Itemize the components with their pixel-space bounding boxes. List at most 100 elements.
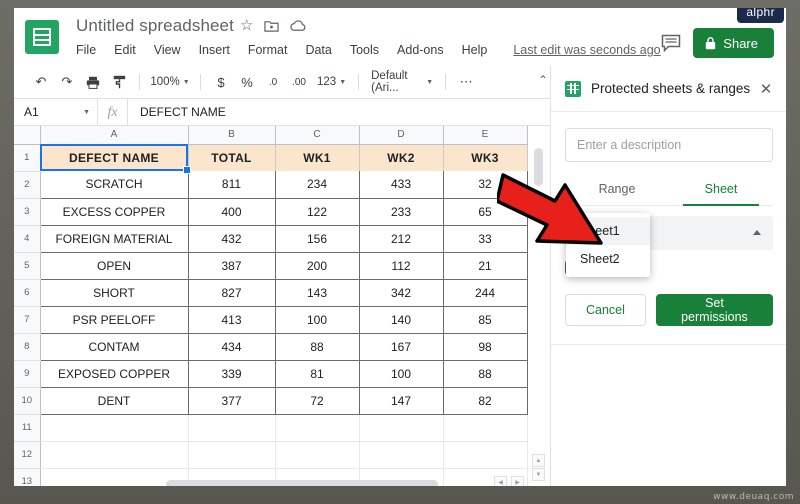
cell-a2[interactable]: SCRATCH <box>40 171 188 198</box>
cell-c6[interactable]: 143 <box>275 279 359 306</box>
scroll-left-button[interactable]: ◀ <box>494 476 507 486</box>
cell-a3[interactable]: EXCESS COPPER <box>40 198 188 225</box>
row-header-7[interactable]: 7 <box>14 306 40 333</box>
cell-b12[interactable] <box>188 441 275 468</box>
row-header-2[interactable]: 2 <box>14 171 40 198</box>
cell-a12[interactable] <box>40 441 188 468</box>
cell-e10[interactable]: 82 <box>443 387 527 414</box>
header-cell-e1[interactable]: WK3 <box>443 144 527 171</box>
number-format-selector[interactable]: 123 ▼ <box>312 71 351 93</box>
redo-button[interactable]: ↷ <box>54 70 80 94</box>
cancel-button[interactable]: Cancel <box>565 294 646 326</box>
cell-c11[interactable] <box>275 414 359 441</box>
tab-sheet[interactable]: Sheet <box>669 174 773 205</box>
horizontal-scrollbar[interactable] <box>166 480 438 486</box>
cell-d12[interactable] <box>359 441 443 468</box>
share-button[interactable]: Share <box>693 28 774 58</box>
cell-a10[interactable]: DENT <box>40 387 188 414</box>
vertical-scrollbar[interactable] <box>533 146 544 446</box>
cell-b2[interactable]: 811 <box>188 171 275 198</box>
row-header-12[interactable]: 12 <box>14 441 40 468</box>
menu-item-addons[interactable]: Add-ons <box>395 42 446 58</box>
cloud-status-icon[interactable] <box>290 19 307 32</box>
cell-d4[interactable]: 212 <box>359 225 443 252</box>
zoom-selector[interactable]: 100% ▼ <box>147 71 193 93</box>
menu-item-help[interactable]: Help <box>460 42 490 58</box>
name-box[interactable]: A1 ▼ <box>14 99 98 125</box>
menu-item-insert[interactable]: Insert <box>197 42 232 58</box>
cell-b5[interactable]: 387 <box>188 252 275 279</box>
row-header-1[interactable]: 1 <box>14 144 40 171</box>
row-header-6[interactable]: 6 <box>14 279 40 306</box>
cell-e5[interactable]: 21 <box>443 252 527 279</box>
cell-d5[interactable]: 112 <box>359 252 443 279</box>
menu-item-view[interactable]: View <box>152 42 183 58</box>
column-header-c[interactable]: C <box>275 126 359 144</box>
row-header-8[interactable]: 8 <box>14 333 40 360</box>
cell-a11[interactable] <box>40 414 188 441</box>
last-edit-status[interactable]: Last edit was seconds ago <box>513 43 660 57</box>
set-permissions-button[interactable]: Set permissions <box>656 294 773 326</box>
cell-c12[interactable] <box>275 441 359 468</box>
move-to-folder-icon[interactable] <box>264 19 279 33</box>
cell-a9[interactable]: EXPOSED COPPER <box>40 360 188 387</box>
column-header-b[interactable]: B <box>188 126 275 144</box>
cell-b3[interactable]: 400 <box>188 198 275 225</box>
cell-b6[interactable]: 827 <box>188 279 275 306</box>
menu-item-data[interactable]: Data <box>303 42 333 58</box>
cell-a5[interactable]: OPEN <box>40 252 188 279</box>
row-header-5[interactable]: 5 <box>14 252 40 279</box>
cell-e12[interactable] <box>443 441 527 468</box>
cell-e9[interactable]: 88 <box>443 360 527 387</box>
scroll-right-button[interactable]: ▶ <box>511 476 524 486</box>
cell-c10[interactable]: 72 <box>275 387 359 414</box>
header-cell-a1[interactable]: DEFECT NAME <box>40 144 188 171</box>
dropdown-item-sheet1[interactable]: Sheet1 <box>566 217 650 245</box>
cell-b11[interactable] <box>188 414 275 441</box>
scroll-down-button[interactable]: ▼ <box>532 468 545 481</box>
cell-d8[interactable]: 167 <box>359 333 443 360</box>
cell-c8[interactable]: 88 <box>275 333 359 360</box>
formula-input[interactable]: DEFECT NAME <box>128 105 226 119</box>
cell-c3[interactable]: 122 <box>275 198 359 225</box>
row-header-11[interactable]: 11 <box>14 414 40 441</box>
dropdown-item-sheet2[interactable]: Sheet2 <box>566 245 650 273</box>
row-header-9[interactable]: 9 <box>14 360 40 387</box>
increase-decimal-button[interactable]: .00 <box>286 70 312 94</box>
header-cell-d1[interactable]: WK2 <box>359 144 443 171</box>
cell-c9[interactable]: 81 <box>275 360 359 387</box>
print-button[interactable] <box>80 70 106 94</box>
menu-item-edit[interactable]: Edit <box>112 42 138 58</box>
currency-format-button[interactable]: $ <box>208 70 234 94</box>
decrease-decimal-button[interactable]: .0 <box>260 70 286 94</box>
cell-b7[interactable]: 413 <box>188 306 275 333</box>
cell-d6[interactable]: 342 <box>359 279 443 306</box>
cell-b9[interactable]: 339 <box>188 360 275 387</box>
cell-d11[interactable] <box>359 414 443 441</box>
cell-a4[interactable]: FOREIGN MATERIAL <box>40 225 188 252</box>
cell-c2[interactable]: 234 <box>275 171 359 198</box>
row-header-3[interactable]: 3 <box>14 198 40 225</box>
row-header-13[interactable]: 13 <box>14 468 40 486</box>
paint-format-button[interactable] <box>106 70 132 94</box>
header-cell-c1[interactable]: WK1 <box>275 144 359 171</box>
cell-b8[interactable]: 434 <box>188 333 275 360</box>
cell-c4[interactable]: 156 <box>275 225 359 252</box>
percent-format-button[interactable]: % <box>234 70 260 94</box>
cell-c7[interactable]: 100 <box>275 306 359 333</box>
collapse-toolbar-button[interactable]: ⌃ <box>538 73 548 87</box>
font-selector[interactable]: Default (Ari... ▼ <box>366 71 438 93</box>
cell-e3[interactable]: 65 <box>443 198 527 225</box>
cell-e6[interactable]: 244 <box>443 279 527 306</box>
menu-item-format[interactable]: Format <box>246 42 290 58</box>
cell-a6[interactable]: SHORT <box>40 279 188 306</box>
select-all-corner[interactable] <box>14 126 40 144</box>
cell-e4[interactable]: 33 <box>443 225 527 252</box>
cell-e7[interactable]: 85 <box>443 306 527 333</box>
description-input[interactable] <box>565 128 773 162</box>
more-options-button[interactable]: ⋯ <box>453 70 479 94</box>
cell-a7[interactable]: PSR PEELOFF <box>40 306 188 333</box>
header-cell-b1[interactable]: TOTAL <box>188 144 275 171</box>
star-icon[interactable]: ☆ <box>240 19 253 33</box>
column-header-e[interactable]: E <box>443 126 527 144</box>
